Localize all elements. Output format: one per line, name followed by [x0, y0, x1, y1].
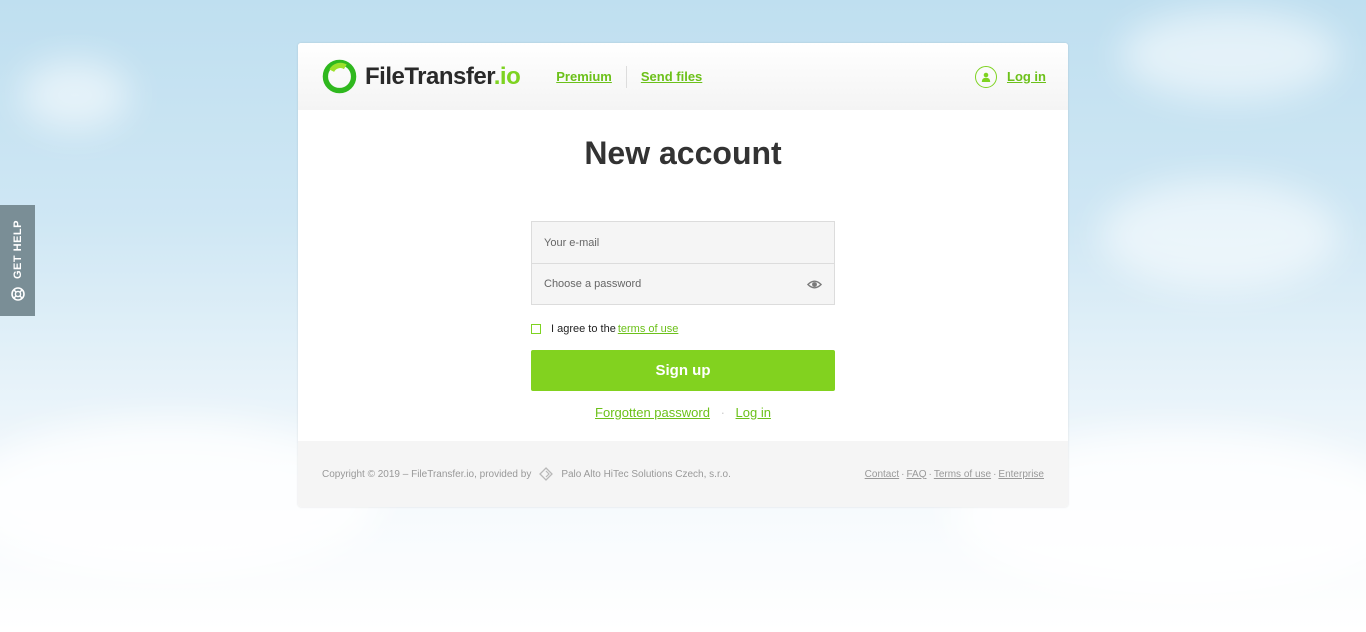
- terms-of-use-link[interactable]: terms of use: [618, 323, 679, 335]
- footer-contact-link[interactable]: Contact: [865, 469, 899, 480]
- page-title: New account: [584, 135, 782, 171]
- secondary-links: Forgotten password · Log in: [531, 405, 835, 420]
- email-placeholder: Your e-mail: [544, 236, 600, 249]
- provider-name: Palo Alto HiTec Solutions Czech, s.r.o.: [561, 468, 731, 480]
- palo-alto-logo-icon: [539, 467, 554, 481]
- footer-faq-link[interactable]: FAQ: [906, 469, 926, 480]
- user-icon: [975, 65, 997, 88]
- logo-text: FileTransfer.io: [365, 62, 521, 90]
- footer-links: Contact · FAQ · Terms of use · Enterprise: [865, 469, 1044, 480]
- footer: Copyright © 2019 – FileTransfer.io, prov…: [298, 441, 1068, 507]
- sign-up-button[interactable]: Sign up: [531, 350, 835, 391]
- footer-separator: ·: [928, 468, 932, 480]
- header-login[interactable]: Log in: [975, 65, 1046, 88]
- footer-separator: ·: [901, 468, 905, 480]
- logo[interactable]: FileTransfer.io: [322, 59, 521, 94]
- form-fields: Your e-mail Choose a password: [531, 221, 835, 305]
- header-login-link[interactable]: Log in: [1007, 69, 1046, 84]
- main-nav: Premium Send files: [556, 65, 702, 88]
- signup-card: FileTransfer.io Premium Send files Log i…: [298, 43, 1068, 507]
- password-placeholder: Choose a password: [544, 278, 642, 290]
- background-cloud: [20, 60, 130, 130]
- agree-text: I agree to the: [551, 323, 616, 335]
- forgotten-password-link[interactable]: Forgotten password: [595, 405, 710, 420]
- footer-separator: ·: [993, 468, 997, 480]
- footer-enterprise-link[interactable]: Enterprise: [998, 469, 1044, 480]
- link-separator: ·: [720, 405, 725, 420]
- get-help-tab[interactable]: GET HELP: [0, 205, 35, 316]
- form-login-link[interactable]: Log in: [736, 405, 771, 420]
- background-cloud: [1100, 180, 1340, 290]
- nav-premium-link[interactable]: Premium: [556, 69, 612, 84]
- terms-checkbox[interactable]: [531, 324, 541, 334]
- email-field[interactable]: Your e-mail: [532, 222, 834, 263]
- nav-divider: [625, 65, 627, 88]
- logo-icon: [322, 59, 357, 94]
- eye-icon[interactable]: [807, 277, 822, 292]
- footer-terms-link[interactable]: Terms of use: [934, 469, 991, 480]
- terms-agreement: I agree to the terms of use: [531, 323, 835, 335]
- background-cloud: [1120, 10, 1340, 100]
- signup-form: Your e-mail Choose a password I agree to…: [531, 221, 835, 420]
- password-field[interactable]: Choose a password: [532, 263, 834, 304]
- nav-send-files-link[interactable]: Send files: [641, 69, 702, 84]
- copyright-text: Copyright © 2019 – FileTransfer.io, prov…: [322, 468, 532, 480]
- get-help-label: GET HELP: [11, 219, 24, 279]
- header: FileTransfer.io Premium Send files Log i…: [298, 43, 1068, 110]
- lifebuoy-icon: [10, 287, 25, 301]
